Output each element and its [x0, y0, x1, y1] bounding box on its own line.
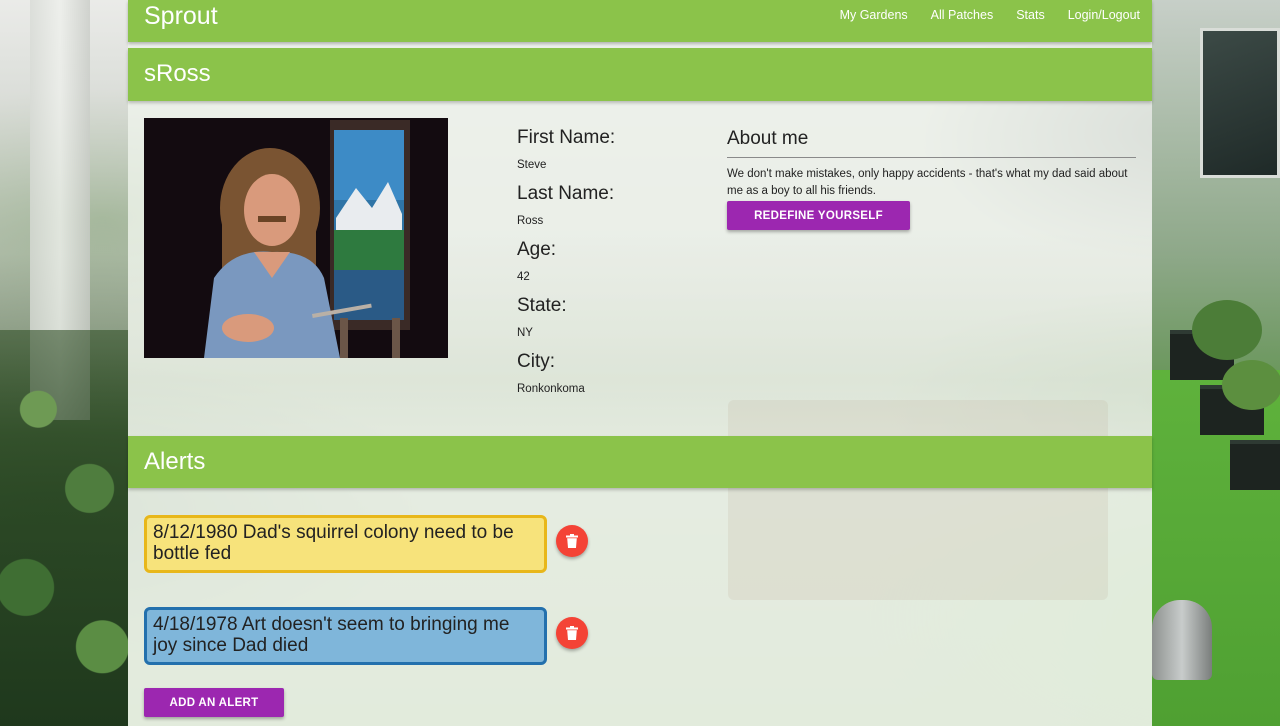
age-value: 42 — [517, 271, 530, 283]
background-bush — [1222, 360, 1280, 410]
profile-info: First Name: Steve Last Name: Ross Age: 4… — [517, 126, 717, 406]
background-right — [1152, 0, 1280, 726]
background-bush — [1192, 300, 1262, 360]
brand-logo[interactable]: Sprout — [144, 1, 218, 31]
background-planter — [1230, 440, 1280, 490]
username-header: sRoss — [128, 48, 1152, 101]
redefine-yourself-button[interactable]: Redefine yourself — [727, 201, 910, 230]
nav-my-gardens[interactable]: My Gardens — [828, 8, 919, 22]
background-left — [0, 0, 128, 726]
last-name-label: Last Name: — [517, 183, 615, 204]
first-name-value: Steve — [517, 159, 547, 171]
add-alert-button[interactable]: Add an alert — [144, 688, 284, 717]
background-bin — [1152, 600, 1212, 680]
age-label: Age: — [517, 239, 557, 260]
page-container: Sprout My Gardens All Patches Stats Logi… — [128, 0, 1152, 726]
background-overlay — [728, 400, 1108, 600]
background-window — [1200, 28, 1280, 178]
alerts-header: Alerts — [128, 436, 1152, 488]
about-text: We don't make mistakes, only happy accid… — [727, 168, 1128, 197]
alert-item: 8/12/1980 Dad's squirrel colony need to … — [144, 515, 547, 573]
last-name-value: Ross — [517, 215, 544, 227]
nav-all-patches[interactable]: All Patches — [919, 8, 1005, 22]
delete-alert-button[interactable] — [556, 617, 588, 649]
trash-icon — [566, 534, 578, 548]
trash-icon — [566, 626, 578, 640]
about-title: About me — [727, 127, 1136, 158]
profile-photo-image — [144, 118, 448, 358]
about-section: About me We don't make mistakes, only ha… — [727, 127, 1136, 200]
nav-links: My Gardens All Patches Stats Login/Logou… — [828, 8, 1140, 22]
nav-login-logout[interactable]: Login/Logout — [1056, 8, 1140, 22]
navbar: Sprout My Gardens All Patches Stats Logi… — [128, 0, 1152, 42]
nav-stats[interactable]: Stats — [1005, 8, 1057, 22]
state-value: NY — [517, 327, 533, 339]
background-plants — [0, 330, 128, 726]
delete-alert-button[interactable] — [556, 525, 588, 557]
alert-item: 4/18/1978 Art doesn't seem to bringing m… — [144, 607, 547, 665]
city-label: City: — [517, 351, 555, 372]
state-label: State: — [517, 295, 567, 316]
city-value: Ronkonkoma — [517, 383, 585, 395]
profile-photo — [144, 118, 448, 358]
first-name-label: First Name: — [517, 127, 616, 148]
